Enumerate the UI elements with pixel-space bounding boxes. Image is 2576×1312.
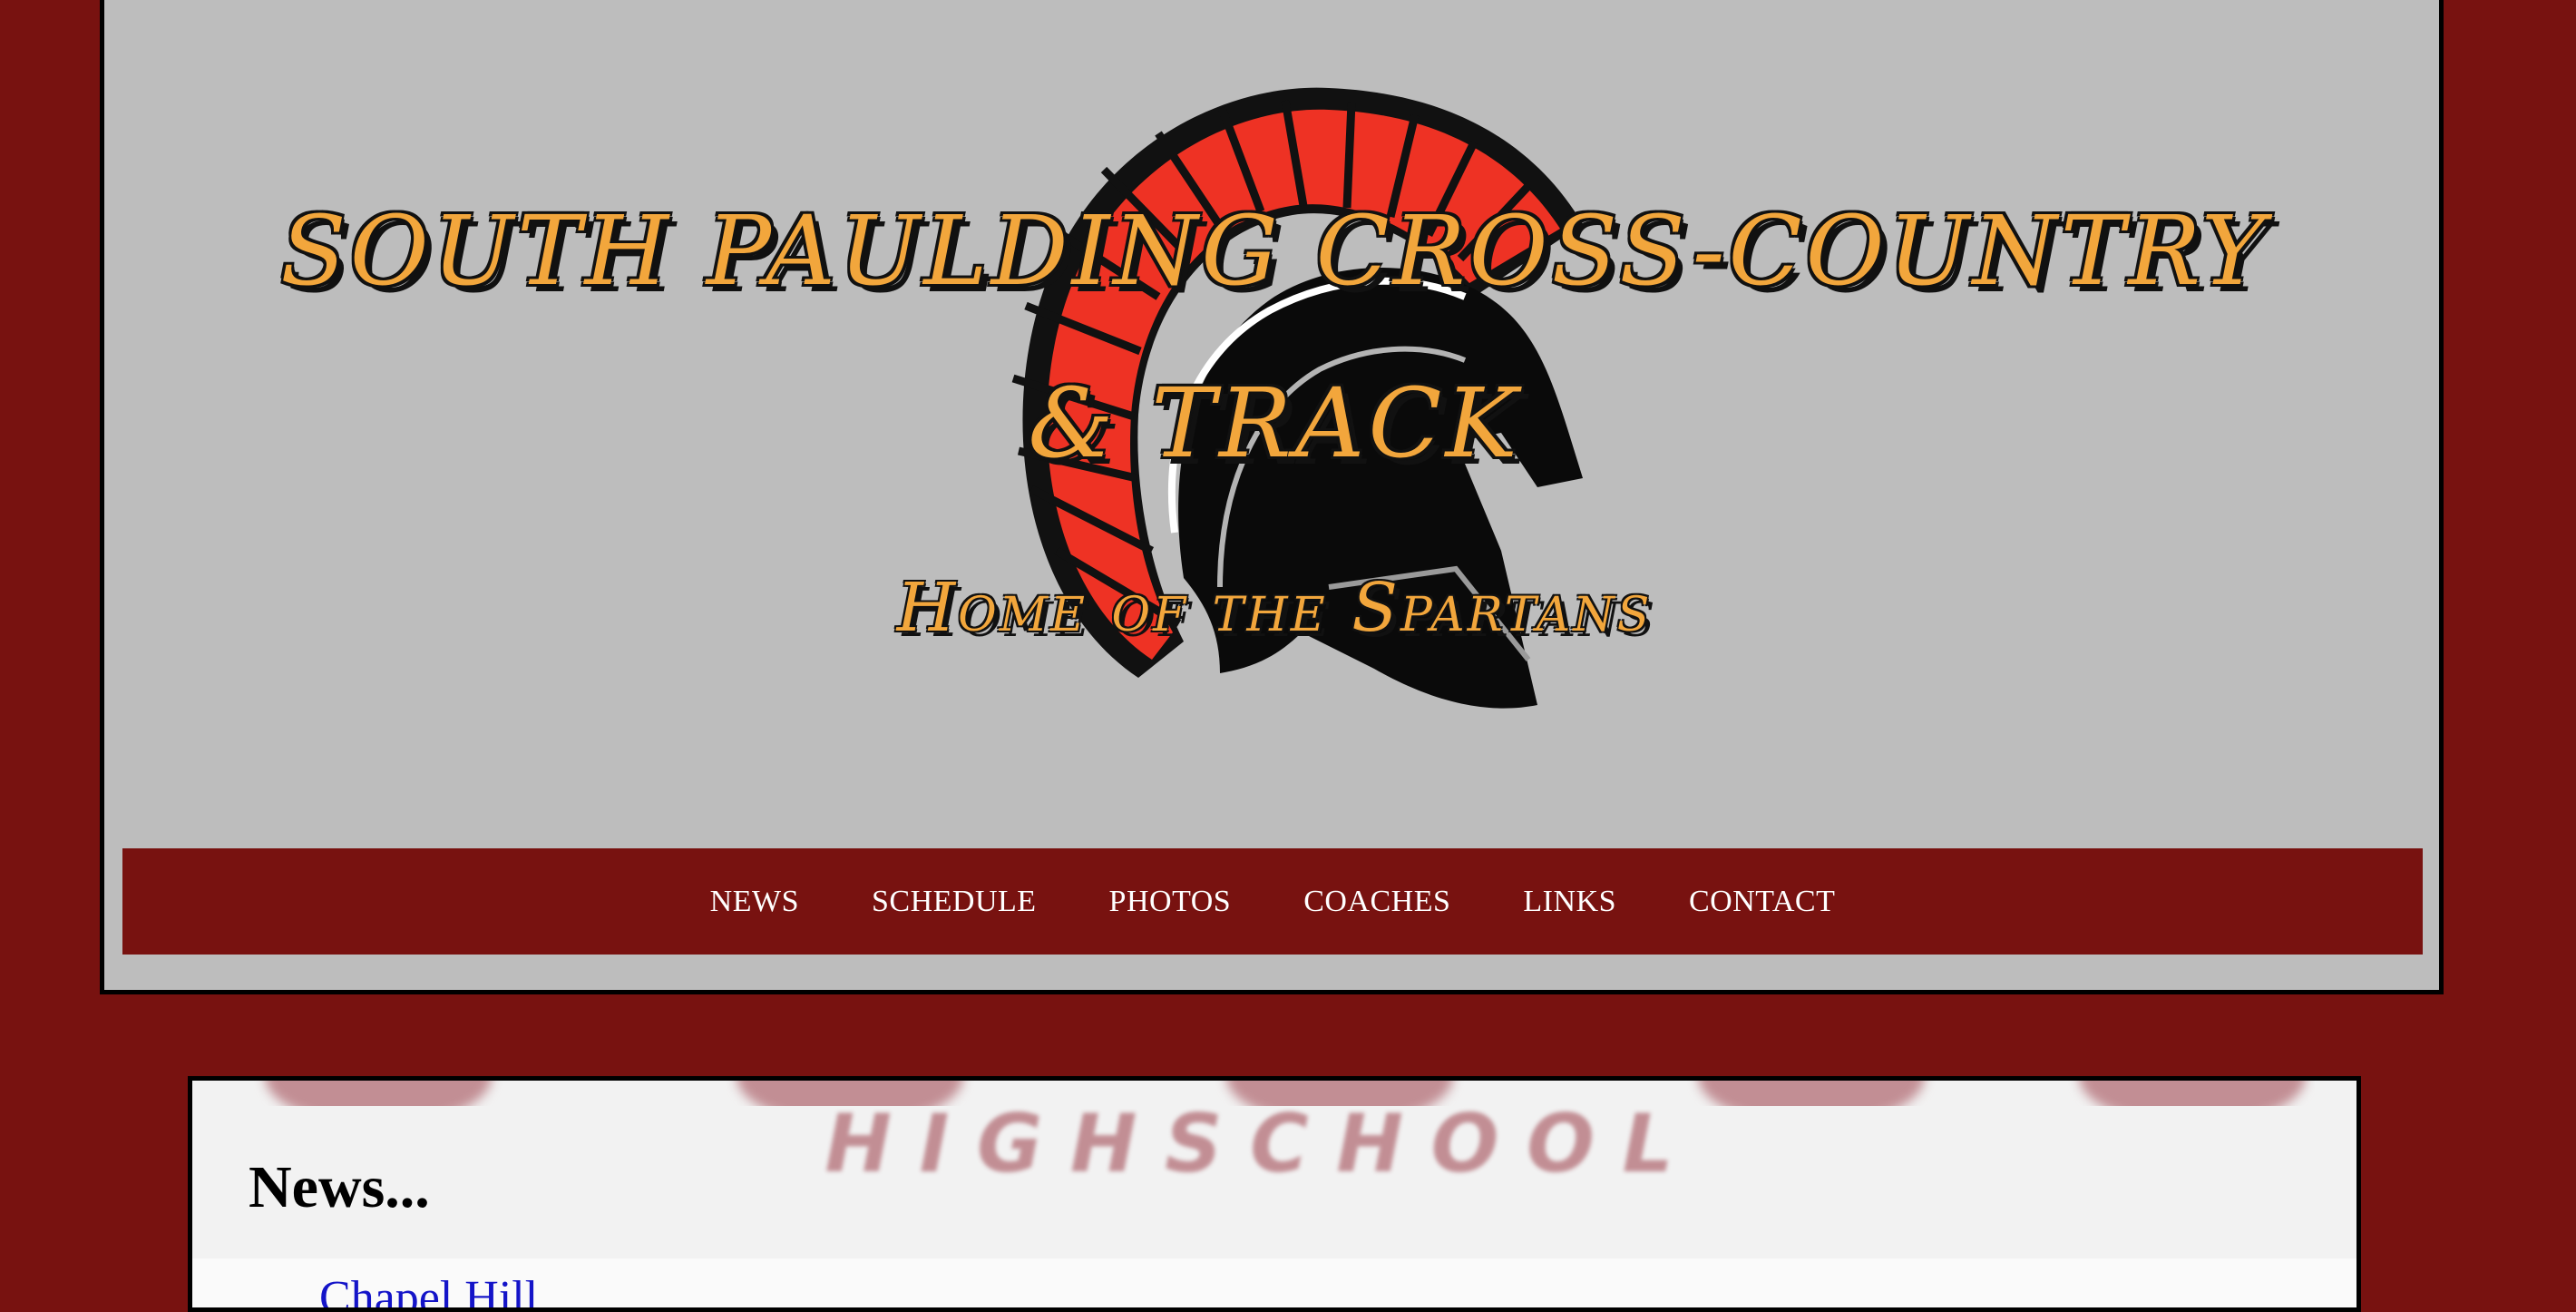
nav-item-news[interactable]: NEWS — [710, 885, 799, 919]
news-section: H I G H S C H O O L News... Chapel Hill — [188, 1076, 2361, 1312]
school-watermark-text: H I G H S C H O O L — [825, 1097, 1673, 1190]
nav-item-links[interactable]: LINKS — [1523, 885, 1616, 919]
main-nav: NEWS SCHEDULE PHOTOS COACHES LINKS CONTA… — [122, 848, 2423, 955]
nav-item-photos[interactable]: PHOTOS — [1109, 885, 1232, 919]
nav-item-coaches[interactable]: COACHES — [1303, 885, 1450, 919]
news-item-link[interactable]: Chapel Hill — [319, 1271, 538, 1307]
news-heading: News... — [249, 1154, 430, 1220]
site-header: SOUTH PAULDING CROSS-COUNTRY & TRACK Hom… — [100, 0, 2444, 994]
site-title: SOUTH PAULDING CROSS-COUNTRY & TRACK — [280, 195, 2269, 479]
nav-item-contact[interactable]: CONTACT — [1689, 885, 1835, 919]
site-tagline: Home of the Spartans — [896, 569, 1653, 647]
nav-item-schedule[interactable]: SCHEDULE — [872, 885, 1037, 919]
news-list: Chapel Hill — [192, 1258, 2356, 1307]
